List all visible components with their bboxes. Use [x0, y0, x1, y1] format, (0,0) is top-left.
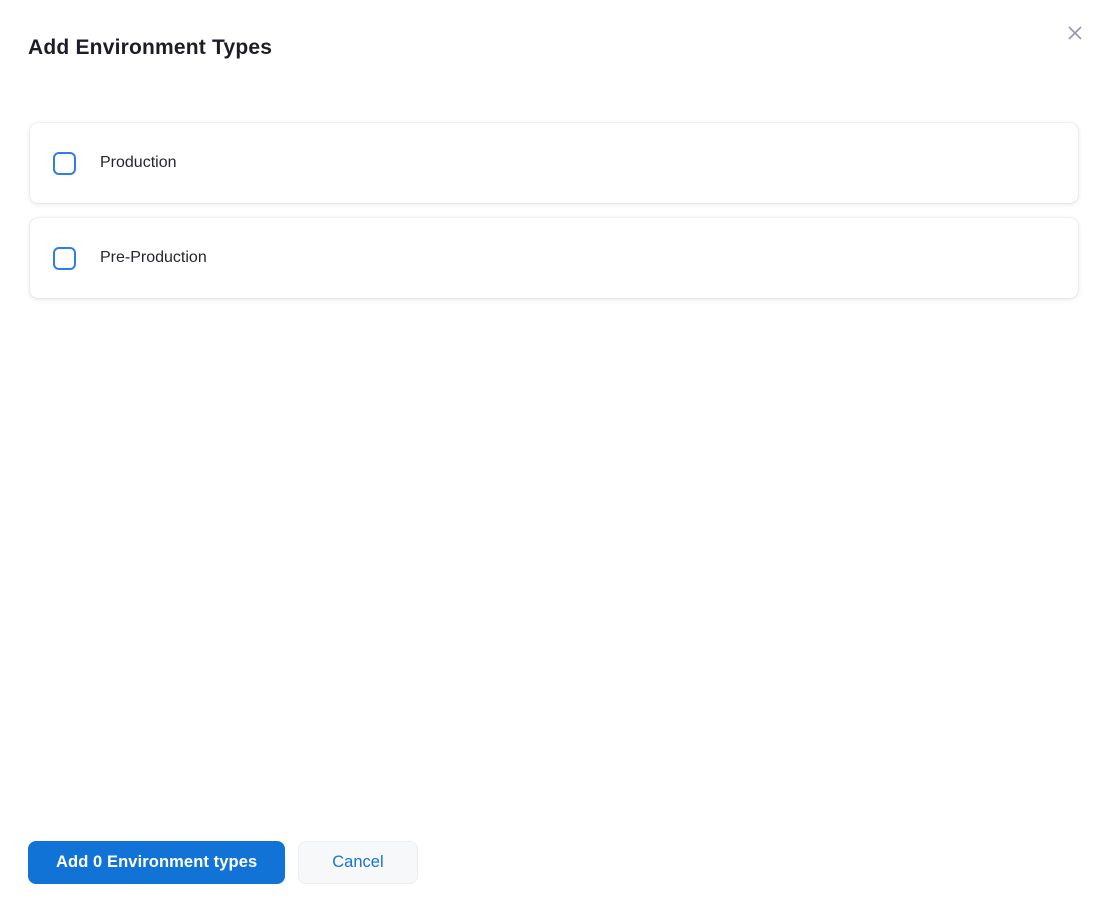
list-item-pre-production[interactable]: Pre-Production: [30, 218, 1078, 298]
pre-production-label: Pre-Production: [100, 249, 207, 267]
dialog-title: Add Environment Types: [28, 36, 272, 60]
list-item-production[interactable]: Production: [30, 123, 1078, 203]
add-environment-types-button[interactable]: Add 0 Environment types: [28, 841, 285, 884]
dialog-footer: Add 0 Environment types Cancel: [28, 841, 418, 884]
production-label: Production: [100, 154, 177, 172]
production-checkbox[interactable]: [53, 152, 76, 175]
add-environment-types-dialog: Add Environment Types Production Pre-Pro…: [0, 0, 1112, 920]
close-button[interactable]: [1060, 18, 1090, 48]
cancel-button[interactable]: Cancel: [298, 841, 417, 884]
close-icon: [1063, 21, 1087, 45]
pre-production-checkbox[interactable]: [53, 247, 76, 270]
environment-type-list: Production Pre-Production: [30, 123, 1078, 298]
